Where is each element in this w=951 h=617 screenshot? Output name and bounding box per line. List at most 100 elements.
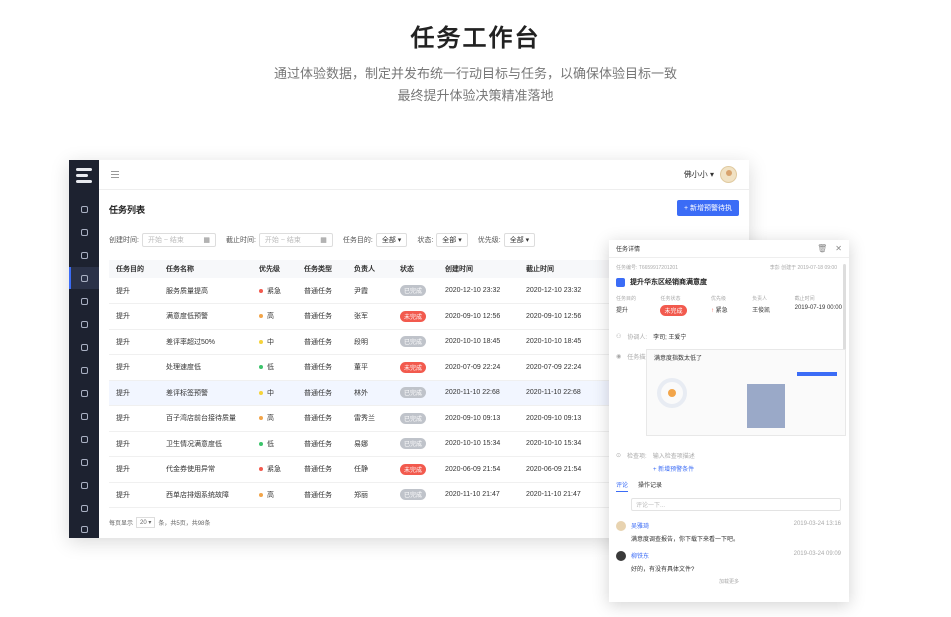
collab-label: 协调人: bbox=[627, 335, 648, 341]
pager-prefix: 每页显示 bbox=[109, 521, 134, 527]
person-icon[interactable] bbox=[69, 428, 99, 450]
close-icon[interactable]: ✕ bbox=[835, 244, 842, 253]
info-icon: ◉ bbox=[616, 354, 622, 360]
cell-name[interactable]: 卫生情况满意度低 bbox=[159, 431, 252, 457]
comment-time: 2019-03-24 09:09 bbox=[793, 551, 841, 557]
attr-label: 负责人 bbox=[752, 296, 768, 302]
comment-input[interactable]: 评论一下... bbox=[631, 498, 841, 511]
cell-name[interactable]: 西单店排烟系统故障 bbox=[159, 482, 252, 508]
attr-owner: 负责人 王俊凯 bbox=[752, 295, 770, 316]
load-more-link[interactable]: 加载更多 bbox=[609, 578, 849, 585]
cell-priority: 高 bbox=[252, 303, 297, 330]
cell-name[interactable]: 处理速度低 bbox=[159, 354, 252, 381]
pager-suffix: 条，共5页，共98条 bbox=[158, 521, 211, 527]
swap-icon[interactable] bbox=[69, 518, 99, 538]
priority-select[interactable]: 全部 ▾ bbox=[503, 233, 536, 247]
page-size-select[interactable]: 20 ▾ bbox=[136, 517, 156, 528]
attr-value: ↑ 紧急 bbox=[711, 305, 728, 314]
attr-deadline: 截止时间 2019-07-19 00:00 bbox=[795, 295, 842, 316]
attr-label: 截止时间 bbox=[794, 296, 815, 302]
user-menu[interactable]: 佛小小 ▾ bbox=[684, 166, 737, 183]
panel-meta: 任务编号: T6659917201201 李彭 创建于 2019-07-18 0… bbox=[616, 264, 837, 271]
users-icon[interactable] bbox=[69, 221, 99, 243]
cell-name[interactable]: 服务质量提高 bbox=[159, 278, 252, 304]
alert-icon[interactable] bbox=[69, 359, 99, 381]
check-input[interactable]: 输入检查项描述 bbox=[653, 451, 695, 460]
briefcase-icon[interactable] bbox=[69, 405, 99, 427]
comment-text: 好的，有没有具体文件? bbox=[631, 567, 695, 573]
cell-goal: 提升 bbox=[109, 482, 159, 508]
task-detail-panel: 任务详情 🗑 ✕ 任务编号: T6659917201201 李彭 创建于 201… bbox=[609, 240, 849, 602]
priority-dot bbox=[259, 365, 263, 370]
comment-item: 吴雅琦 2019-03-24 13:16 满意度调查报告，你下载下来看一下吧。 bbox=[616, 521, 841, 543]
priority-text: 低 bbox=[267, 364, 274, 372]
add-condition-link[interactable]: + 新增预警条件 bbox=[653, 464, 694, 473]
attachment-preview[interactable]: 满意度指数太低了 bbox=[646, 349, 846, 436]
database-icon[interactable] bbox=[69, 474, 99, 496]
status-badge: 已完成 bbox=[400, 489, 427, 501]
desc-value: 满意度指数太低了 bbox=[654, 356, 703, 362]
deadline-range[interactable]: 开始 ~ 结束 ▦ bbox=[258, 233, 333, 247]
bar-chart-icon[interactable] bbox=[69, 313, 99, 335]
new-alert-button[interactable]: + 新增预警待执 bbox=[676, 200, 739, 216]
status-badge: 已完成 bbox=[400, 438, 427, 450]
menu-toggle-icon[interactable] bbox=[111, 171, 119, 178]
dashboard-icon[interactable] bbox=[69, 198, 99, 220]
preview-donut bbox=[657, 378, 687, 408]
cell-type: 普通任务 bbox=[297, 278, 347, 304]
cell-name[interactable]: 百子湾店前台接待质量 bbox=[159, 405, 252, 432]
mail-icon[interactable] bbox=[69, 451, 99, 473]
status-badge: 已完成 bbox=[400, 387, 427, 399]
cell-created: 2020-11-10 21:47 bbox=[438, 482, 519, 508]
created-time-range[interactable]: 开始 ~ 结束 ▦ bbox=[141, 233, 216, 247]
comment-text: 满意度调查报告，你下载下来看一下吧。 bbox=[631, 537, 740, 543]
comment-author[interactable]: 柳铁东 bbox=[631, 551, 649, 560]
comment-time: 2019-03-24 13:16 bbox=[793, 521, 841, 527]
priority-text: 紧急 bbox=[267, 466, 281, 474]
calendar-icon: ▦ bbox=[203, 237, 210, 244]
tab-history[interactable]: 操作记录 bbox=[638, 480, 662, 492]
clipboard-icon[interactable] bbox=[69, 382, 99, 404]
cell-status: 未完成 bbox=[393, 303, 438, 330]
logo-icon bbox=[76, 168, 92, 184]
cell-created: 2020-11-10 22:68 bbox=[438, 380, 519, 406]
cell-name[interactable]: 满意度低预警 bbox=[159, 303, 252, 330]
page-title: 任务列表 bbox=[109, 205, 146, 215]
goal-select[interactable]: 全部 ▾ bbox=[375, 233, 408, 247]
panel-header: 任务详情 🗑 ✕ bbox=[609, 240, 849, 258]
user-group-icon[interactable] bbox=[69, 244, 99, 266]
task-attributes: 任务目的 提升 任务状态 未完成 优先级 ↑ 紧急 负责人 王俊凯 截止时间 2019-0… bbox=[616, 295, 842, 316]
priority-text: 高 bbox=[267, 491, 274, 499]
cell-type: 普通任务 bbox=[297, 329, 347, 355]
attr-value: 2019-07-19 00:00 bbox=[794, 305, 842, 311]
delete-icon[interactable]: 🗑 bbox=[817, 244, 827, 253]
cell-owner: 雷秀兰 bbox=[347, 405, 393, 432]
cell-name[interactable]: 差评率超过50% bbox=[159, 329, 252, 355]
cell-status: 已完成 bbox=[393, 380, 438, 406]
pie-chart-icon[interactable] bbox=[69, 290, 99, 312]
cell-name[interactable]: 代金券使用异常 bbox=[159, 456, 252, 483]
avatar[interactable] bbox=[720, 166, 737, 183]
hero-title: 任务工作台 bbox=[410, 25, 541, 52]
cell-name[interactable]: 差评标签预警 bbox=[159, 380, 252, 406]
priority-dot bbox=[259, 288, 263, 293]
org-chart-icon[interactable] bbox=[69, 497, 99, 519]
priority-dot bbox=[259, 467, 263, 472]
settings-icon[interactable] bbox=[69, 336, 99, 358]
cell-goal: 提升 bbox=[109, 405, 159, 432]
task-icon[interactable] bbox=[69, 267, 99, 289]
creator-info: 李彭 创建于 2019-07-18 09:00 bbox=[769, 265, 837, 271]
status-select[interactable]: 全部 ▾ bbox=[436, 233, 468, 247]
tab-comments[interactable]: 评论 bbox=[616, 480, 629, 492]
user-name[interactable]: 佛小小 ▾ bbox=[684, 169, 714, 180]
priority-text: 高 bbox=[267, 313, 274, 321]
collab-value[interactable]: 李司; 王爱宁 bbox=[653, 332, 686, 341]
cell-status: 已完成 bbox=[393, 278, 438, 304]
priority-dot bbox=[259, 339, 263, 344]
comment-author[interactable]: 吴雅琦 bbox=[631, 521, 649, 530]
priority-text: 低 bbox=[267, 440, 274, 448]
cell-status: 未完成 bbox=[393, 456, 438, 483]
status-label: 状态: bbox=[417, 237, 434, 244]
cell-type: 普通任务 bbox=[297, 380, 347, 406]
cell-status: 已完成 bbox=[393, 482, 438, 508]
